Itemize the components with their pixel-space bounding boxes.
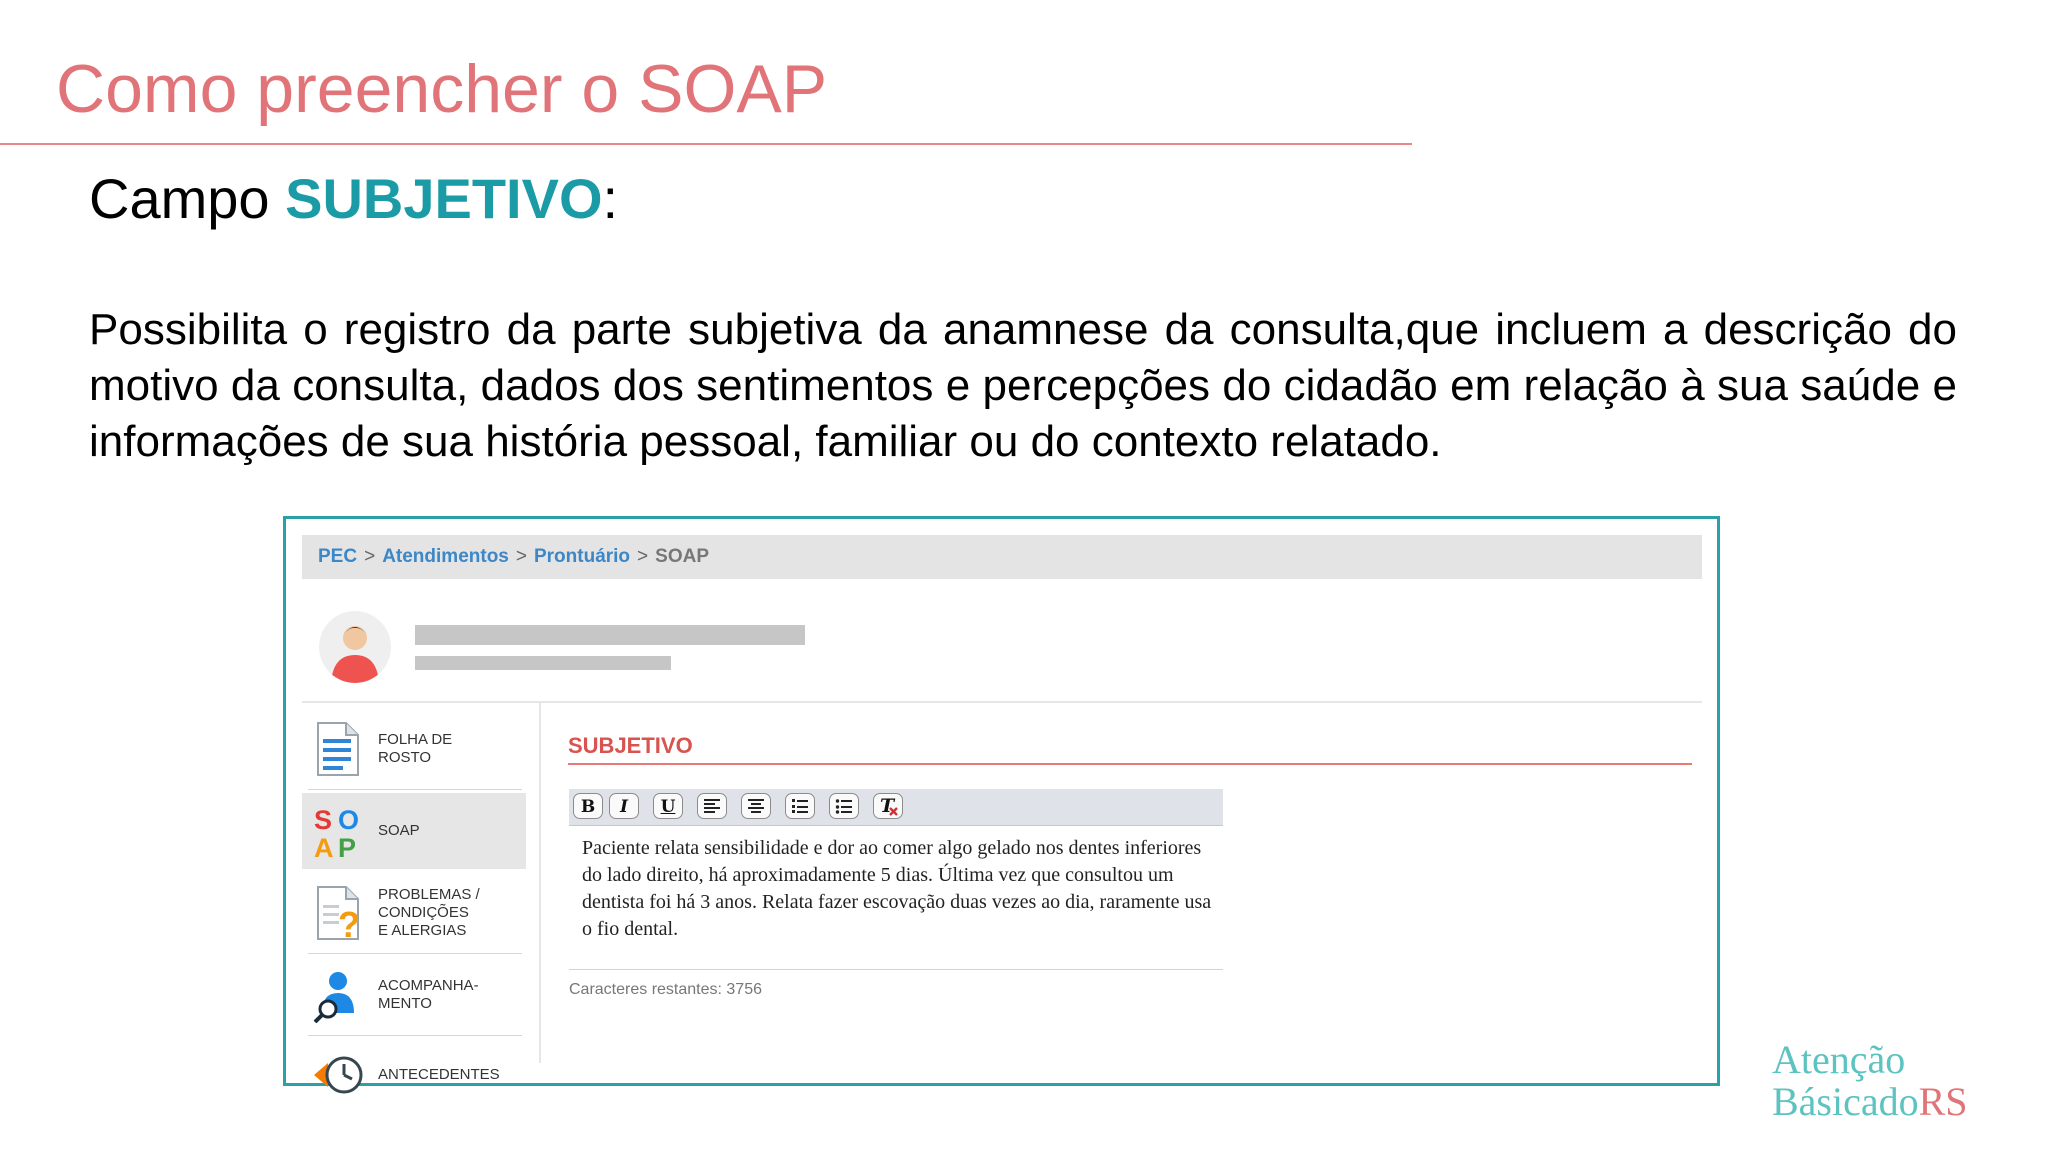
body-paragraph: Possibilita o registro da parte subjetiv…: [89, 305, 1957, 466]
pec-screenshot: PEC > Atendimentos > Prontuário > SOAP FOLHA D…: [283, 516, 1720, 1094]
breadcrumb-separator: >: [637, 546, 649, 567]
align-left-icon: [704, 799, 720, 813]
align-center-icon: [748, 799, 764, 813]
sidebar: FOLHA DE ROSTO S O A P SOAP ? PROBLEMAS …: [302, 703, 526, 1094]
brand-line-2: BásicadoRS: [1772, 1080, 2012, 1124]
clear-format-button[interactable]: T: [873, 793, 903, 819]
editor-bottom-divider: [569, 969, 1223, 970]
person-search-icon: [313, 972, 354, 1023]
breadcrumb-prontuario[interactable]: Prontuário: [534, 546, 630, 567]
sidebar-divider: [308, 953, 522, 954]
section-divider: [568, 763, 1692, 765]
sidebar-vertical-divider: [539, 703, 541, 1063]
patient-name-placeholder: [415, 625, 805, 645]
section-title-subjetivo: SUBJETIVO: [568, 733, 693, 758]
breadcrumb-current: SOAP: [655, 546, 710, 567]
sidebar-item-label: ACOMPANHA- MENTO: [378, 977, 479, 1012]
sidebar-item-label: SOAP: [378, 822, 420, 839]
title-divider: [0, 143, 1412, 145]
soap-letter-p: P: [338, 833, 356, 859]
subjetivo-textarea[interactable]: Paciente relata sensibilidade e dor ao c…: [582, 835, 1222, 943]
sidebar-divider: [308, 789, 522, 790]
soap-icon: S O A P: [314, 805, 359, 859]
sidebar-item-folha-de-rosto[interactable]: FOLHA DE ROSTO: [302, 711, 526, 787]
question-document-icon: ?: [317, 886, 360, 941]
sidebar-item-problemas[interactable]: ? PROBLEMAS / CONDIÇÕES E ALERGIAS: [302, 875, 526, 951]
subheading-highlight: SUBJETIVO: [285, 167, 603, 230]
brand-basica: Básica: [1772, 1079, 1879, 1124]
svg-text:?: ?: [338, 904, 360, 941]
brand-rs: RS: [1918, 1079, 1968, 1124]
editor-toolbar: B I U T: [569, 789, 1223, 826]
sidebar-item-label: FOLHA DE ROSTO: [378, 731, 453, 766]
align-center-button[interactable]: [741, 793, 771, 819]
breadcrumb: PEC > Atendimentos > Prontuário > SOAP: [302, 535, 1702, 579]
patient-info-placeholder: [415, 656, 671, 670]
numbered-list-button[interactable]: [785, 793, 815, 819]
subheading-prefix: Campo: [89, 167, 286, 230]
align-left-button[interactable]: [697, 793, 727, 819]
bulleted-list-icon: [835, 799, 852, 814]
sidebar-item-label: ANTECEDENTES: [378, 1066, 500, 1083]
breadcrumb-pec[interactable]: PEC: [318, 546, 357, 567]
breadcrumb-atendimentos[interactable]: Atendimentos: [382, 546, 509, 567]
numbered-list-icon: [792, 799, 808, 813]
subheading: Campo SUBJETIVO:: [89, 166, 618, 231]
soap-letter-a: A: [314, 833, 334, 859]
breadcrumb-separator: >: [515, 546, 527, 567]
slide-title: Como preencher o SOAP: [56, 51, 828, 127]
bulleted-list-button[interactable]: [829, 793, 859, 819]
subheading-suffix: :: [602, 167, 619, 230]
sidebar-item-soap[interactable]: S O A P SOAP: [302, 793, 526, 869]
document-icon: [317, 722, 359, 776]
soap-letter-s: S: [314, 805, 332, 835]
brand-do: do: [1878, 1079, 1919, 1124]
sidebar-item-antecedentes[interactable]: ANTECEDENTES: [302, 1037, 526, 1113]
soap-letter-o: O: [338, 805, 359, 835]
breadcrumb-separator: >: [364, 546, 376, 567]
history-clock-icon: [314, 1056, 363, 1094]
brand-line-1: Atenção: [1772, 1037, 1906, 1082]
sidebar-item-label: PROBLEMAS / CONDIÇÕES E ALERGIAS: [378, 886, 480, 939]
avatar: [319, 611, 391, 683]
italic-button[interactable]: I: [609, 793, 639, 819]
underline-button[interactable]: U: [653, 793, 683, 819]
person-avatar-icon: [331, 626, 379, 683]
svg-text:T: T: [880, 795, 896, 817]
brand-logo: Atenção BásicadoRS: [1772, 1040, 2012, 1124]
character-counter: Caracteres restantes: 3756: [569, 981, 762, 998]
sidebar-divider: [308, 1035, 522, 1036]
sidebar-item-acompanhamento[interactable]: ACOMPANHA- MENTO: [302, 957, 526, 1033]
bold-button[interactable]: B: [573, 793, 603, 819]
clear-format-icon: T: [880, 795, 898, 817]
